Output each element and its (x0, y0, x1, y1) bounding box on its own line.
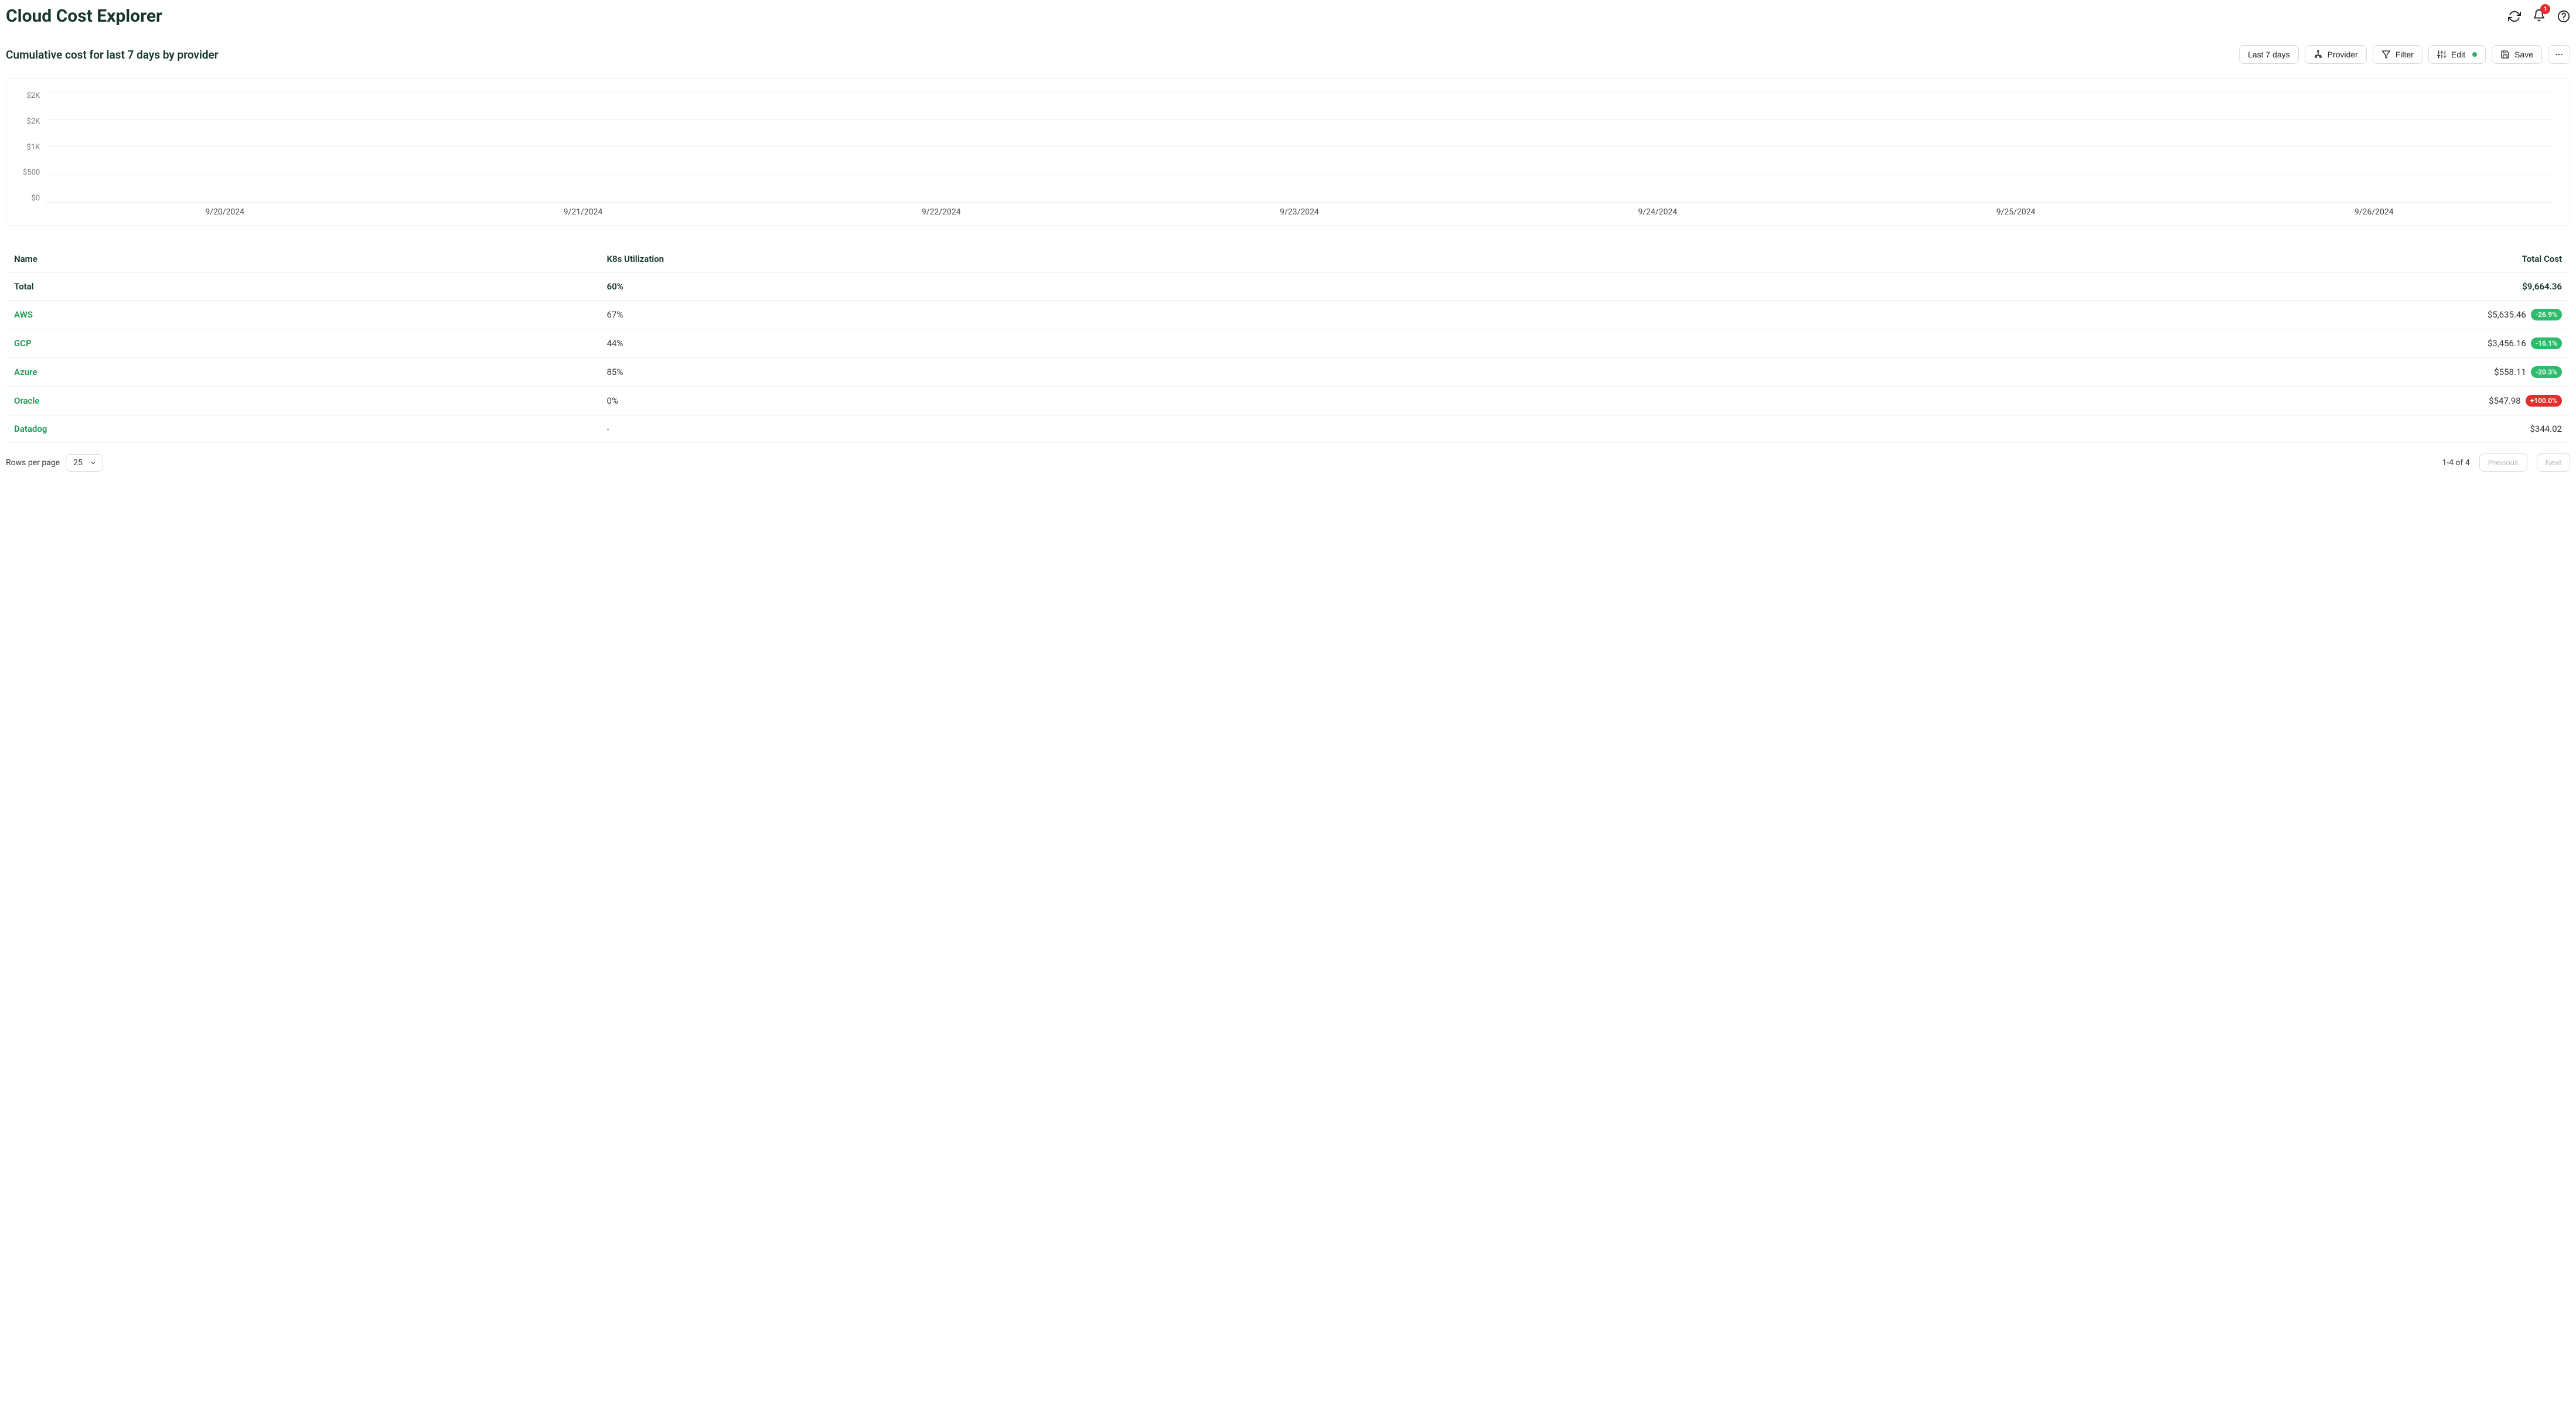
provider-link[interactable]: AWS (14, 309, 33, 320)
edit-indicator-dot (2472, 52, 2477, 57)
cell-cost: $558.11 -20.3% (1480, 358, 2570, 387)
range-button[interactable]: Last 7 days (2239, 45, 2299, 64)
table-row: Azure 85% $558.11 -20.3% (6, 358, 2570, 387)
groupby-button[interactable]: Provider (2305, 45, 2367, 64)
edit-label: Edit (2451, 50, 2465, 59)
cell-k8s: 60% (599, 273, 1481, 301)
delta-badge: -20.3% (2531, 366, 2562, 378)
cost-table: Name K8s Utilization Total Cost Total60%… (6, 245, 2570, 443)
filter-icon (2381, 50, 2391, 59)
provider-link[interactable]: Oracle (14, 395, 39, 406)
save-icon (2500, 50, 2510, 59)
table-row: AWS 67% $5,635.46 -26.9% (6, 301, 2570, 329)
cell-k8s: 85% (599, 358, 1481, 387)
y-tick: $2K (26, 117, 40, 126)
table-row: Oracle 0% $547.98 +100.0% (6, 387, 2570, 415)
cell-cost: $9,664.36 (1480, 273, 2570, 301)
chart-x-axis: 9/20/20249/21/20249/22/20249/23/20249/24… (46, 203, 2553, 217)
cost-value: $547.98 (2489, 395, 2521, 406)
cell-name: Oracle (6, 387, 599, 415)
prev-button[interactable]: Previous (2479, 453, 2527, 472)
notifications-button[interactable]: 1 (2533, 9, 2546, 24)
cell-name: Datadog (6, 415, 599, 443)
delta-badge: -16.1% (2531, 337, 2562, 349)
table-row-total: Total60%$9,664.36 (6, 273, 2570, 301)
y-tick: $2K (26, 91, 40, 100)
provider-link[interactable]: Azure (14, 367, 37, 377)
more-icon (2554, 50, 2564, 59)
more-button[interactable] (2548, 45, 2570, 64)
tree-icon (2313, 50, 2323, 59)
next-button[interactable]: Next (2537, 453, 2570, 472)
rpp-label: Rows per page (6, 458, 60, 468)
help-icon[interactable] (2557, 10, 2570, 23)
cell-k8s: 0% (599, 387, 1481, 415)
table-row: Datadog - $344.02 (6, 415, 2570, 443)
chart-plot (46, 91, 2553, 203)
x-tick: 9/23/2024 (1120, 203, 1478, 217)
y-tick: $1K (26, 143, 40, 152)
x-tick: 9/26/2024 (2195, 203, 2553, 217)
rows-per-page: Rows per page 25 (6, 454, 103, 472)
y-tick: $0 (32, 194, 40, 203)
range-label: Last 7 days (2248, 50, 2290, 59)
edit-button[interactable]: Edit (2428, 45, 2486, 64)
rpp-value: 25 (73, 458, 83, 468)
y-tick: $500 (23, 168, 40, 177)
cost-value: $344.02 (2530, 424, 2562, 434)
cell-name: Total (6, 273, 599, 301)
col-cost[interactable]: Total Cost (1480, 245, 2570, 273)
chevron-down-icon (90, 459, 97, 466)
filter-label: Filter (2396, 50, 2414, 59)
cell-name: Azure (6, 358, 599, 387)
cost-value: $5,635.46 (2488, 309, 2526, 320)
toolbar-buttons: Last 7 days Provider Filter Edit Save (2239, 45, 2570, 64)
cell-cost: $344.02 (1480, 415, 2570, 443)
cell-k8s: 44% (599, 329, 1481, 358)
cost-value: $3,456.16 (2488, 338, 2526, 349)
cost-value: $558.11 (2494, 367, 2526, 377)
chart-subtitle: Cumulative cost for last 7 days by provi… (6, 48, 219, 62)
refresh-icon[interactable] (2508, 10, 2521, 23)
cell-k8s: - (599, 415, 1481, 443)
provider-link[interactable]: GCP (14, 338, 32, 349)
top-icons: 1 (2508, 9, 2570, 24)
cell-name: GCP (6, 329, 599, 358)
provider-link[interactable]: Datadog (14, 424, 47, 434)
filter-button[interactable]: Filter (2373, 45, 2422, 64)
col-k8s[interactable]: K8s Utilization (599, 245, 1481, 273)
groupby-label: Provider (2328, 50, 2358, 59)
cell-cost: $547.98 +100.0% (1480, 387, 2570, 415)
save-label: Save (2514, 50, 2533, 59)
cell-k8s: 67% (599, 301, 1481, 329)
x-tick: 9/24/2024 (1478, 203, 1836, 217)
page-title: Cloud Cost Explorer (6, 6, 162, 26)
cell-cost: $5,635.46 -26.9% (1480, 301, 2570, 329)
cell-name: AWS (6, 301, 599, 329)
pagination-range: 1-4 of 4 (2442, 458, 2469, 468)
x-tick: 9/21/2024 (404, 203, 762, 217)
x-tick: 9/20/2024 (46, 203, 404, 217)
notification-count-badge: 1 (2540, 4, 2550, 14)
delta-badge: -26.9% (2531, 309, 2562, 320)
chart-card: $2K $2K $1K $500 $0 9/20/20249/21/20249/22/2… (6, 78, 2570, 226)
cell-cost: $3,456.16 -16.1% (1480, 329, 2570, 358)
save-button[interactable]: Save (2492, 45, 2542, 64)
chart-y-axis: $2K $2K $1K $500 $0 (23, 91, 46, 203)
x-tick: 9/22/2024 (762, 203, 1120, 217)
table-row: GCP 44% $3,456.16 -16.1% (6, 329, 2570, 358)
x-tick: 9/25/2024 (1836, 203, 2195, 217)
sliders-icon (2437, 50, 2446, 59)
rpp-select[interactable]: 25 (66, 454, 103, 472)
delta-badge: +100.0% (2526, 395, 2562, 407)
col-name[interactable]: Name (6, 245, 599, 273)
